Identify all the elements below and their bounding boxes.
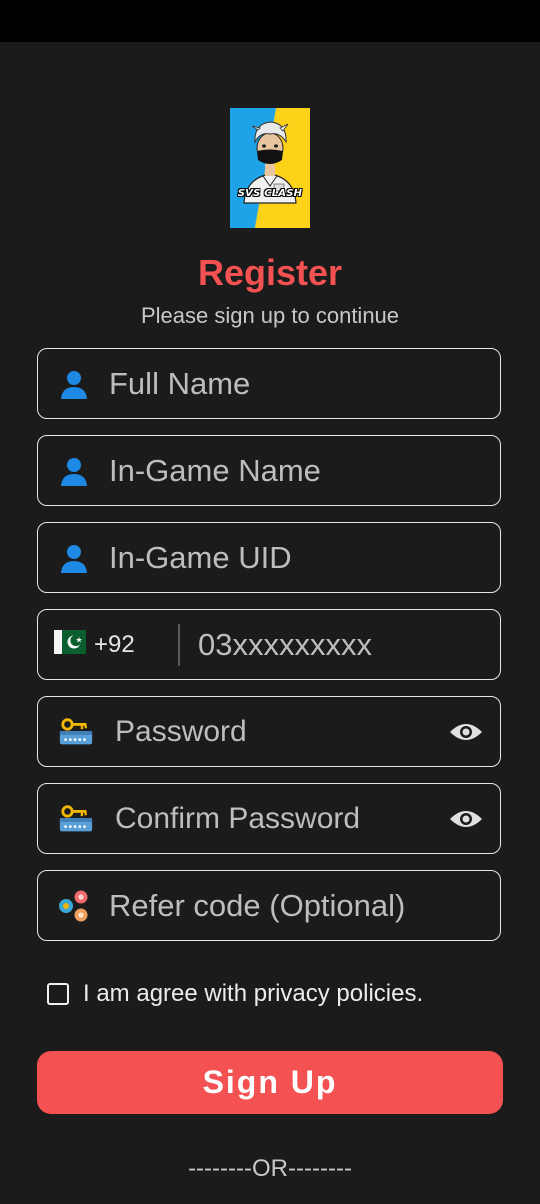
confirm-password-field[interactable]: Confirm Password bbox=[37, 783, 501, 854]
referral-icon bbox=[56, 888, 92, 924]
phone-field[interactable]: +92 03xxxxxxxxx bbox=[37, 609, 501, 680]
phone-placeholder: 03xxxxxxxxx bbox=[198, 626, 372, 662]
pakistan-flag-icon bbox=[54, 630, 86, 659]
full-name-placeholder: Full Name bbox=[109, 365, 251, 401]
status-bar bbox=[0, 0, 540, 42]
phone-divider bbox=[178, 624, 180, 666]
or-divider: --------OR-------- bbox=[188, 1155, 352, 1182]
key-password-icon bbox=[58, 801, 94, 837]
user-icon bbox=[56, 540, 92, 576]
refer-code-field[interactable]: Refer code (Optional) bbox=[37, 870, 501, 941]
app-logo: SVS CLASH bbox=[230, 108, 310, 228]
refer-code-placeholder: Refer code (Optional) bbox=[109, 887, 406, 923]
key-password-icon bbox=[58, 714, 94, 750]
full-name-field[interactable]: Full Name bbox=[37, 348, 501, 419]
page-subtitle: Please sign up to continue bbox=[140, 303, 400, 328]
privacy-agree-row[interactable]: I am agree with privacy policies. bbox=[47, 980, 423, 1008]
country-code-picker[interactable]: +92 bbox=[54, 630, 135, 659]
ingame-uid-field[interactable]: In-Game UID bbox=[37, 522, 501, 593]
ingame-uid-placeholder: In-Game UID bbox=[109, 539, 292, 575]
logo-character-icon bbox=[243, 121, 297, 204]
eye-icon[interactable] bbox=[448, 714, 484, 750]
privacy-agree-label: I am agree with privacy policies. bbox=[83, 980, 424, 1007]
sign-up-button[interactable]: Sign Up bbox=[37, 1051, 503, 1114]
ingame-name-field[interactable]: In-Game Name bbox=[37, 435, 501, 506]
ingame-name-placeholder: In-Game Name bbox=[109, 452, 321, 488]
logo-text: SVS CLASH bbox=[237, 188, 303, 199]
confirm-password-placeholder: Confirm Password bbox=[115, 801, 361, 835]
country-code: +92 bbox=[94, 630, 135, 658]
password-placeholder: Password bbox=[115, 714, 247, 748]
password-field[interactable]: Password bbox=[37, 696, 501, 767]
privacy-checkbox[interactable] bbox=[47, 983, 69, 1005]
user-icon bbox=[56, 453, 92, 489]
eye-icon[interactable] bbox=[448, 801, 484, 837]
user-icon bbox=[56, 366, 92, 402]
page-title: Register bbox=[197, 252, 343, 293]
